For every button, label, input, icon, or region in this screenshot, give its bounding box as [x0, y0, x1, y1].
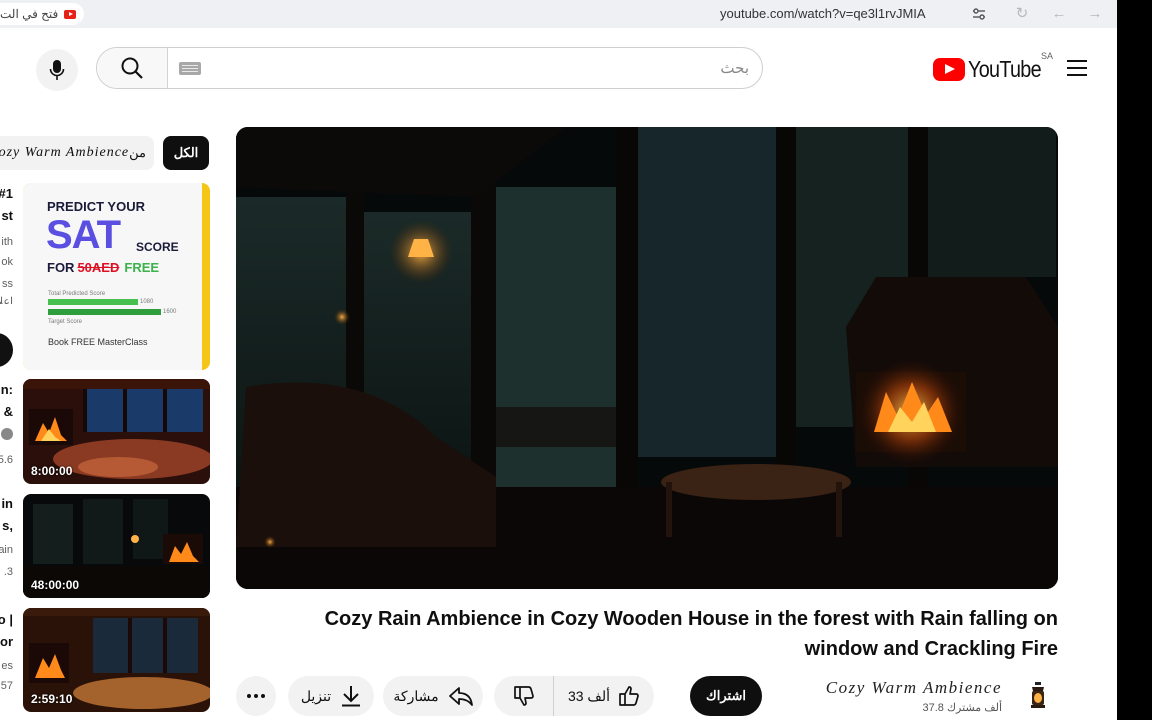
- window-edge: [1117, 0, 1152, 720]
- microphone-icon: [49, 60, 65, 80]
- open-in-app-button[interactable]: فتح في الت: [0, 3, 85, 25]
- more-actions-button[interactable]: [236, 676, 276, 716]
- country-code: SA: [1041, 51, 1054, 61]
- video-player[interactable]: [236, 127, 1058, 589]
- address-bar-url[interactable]: youtube.com/watch?v=qe3l1rvJMIA: [720, 6, 926, 21]
- more-dots-icon: [247, 694, 265, 698]
- logo-text: YouTube: [968, 56, 1042, 82]
- voice-search-button[interactable]: [36, 49, 78, 91]
- chip-channel-name: Cozy Warm Ambience: [0, 145, 130, 160]
- subscriber-count: 37.8 ألف مشترك: [922, 702, 1002, 714]
- youtube-small-icon: [64, 9, 77, 19]
- video-actions: تنزيل مشاركة 33 ألف اشتراك Cozy Warm Amb…: [236, 676, 1058, 716]
- video-duration: 48:00:00: [31, 578, 80, 592]
- related-info-3-clipped: o | or es 57: [0, 612, 13, 692]
- ad-total-label: Total Predicted Score: [48, 291, 106, 297]
- ad-target-label: Target Score: [48, 319, 83, 325]
- ad-value-1: 1080: [140, 299, 154, 305]
- ad-info-clipped: #1 st ith ok ss إعلا: [0, 186, 13, 304]
- video-title: Cozy Rain Ambience in Cozy Wooden House …: [324, 608, 1058, 660]
- ad-thumbnail[interactable]: PREDICT YOUR SAT SCORE FOR 50AED FREE Tota…: [23, 183, 210, 370]
- chip-from-label: من: [129, 145, 146, 160]
- masthead: YouTube SA: [0, 28, 1117, 110]
- download-label: تنزيل: [300, 687, 332, 704]
- ad-value-2: 1600: [163, 309, 177, 315]
- site-settings-icon[interactable]: [971, 6, 987, 22]
- dislike-button[interactable]: [494, 676, 554, 716]
- chip-from-channel[interactable]: Cozy Warm Ambience من: [0, 136, 154, 170]
- thumbs-up-icon: [619, 686, 639, 706]
- share-icon: [448, 687, 473, 706]
- browser-bar: فتح في الت youtube.com/watch?v=qe3l1rvJM…: [0, 0, 1117, 28]
- share-label: مشاركة: [393, 687, 439, 704]
- chip-all[interactable]: الكل: [163, 136, 209, 170]
- youtube-logo[interactable]: YouTube: [933, 56, 1053, 83]
- reload-icon[interactable]: ↻: [1013, 5, 1031, 23]
- like-dislike-group: 33 ألف: [494, 676, 654, 716]
- video-frame: [236, 127, 1058, 589]
- search-button[interactable]: [97, 48, 168, 88]
- youtube-play-icon: [933, 58, 965, 81]
- open-in-app-label: فتح في الت: [0, 7, 59, 21]
- subscribe-button[interactable]: اشتراك: [690, 676, 762, 716]
- related-info-1-clipped: n: & 5.6: [0, 382, 13, 466]
- related-thumbnail-1[interactable]: 8:00:00: [23, 379, 210, 484]
- search-icon: [121, 57, 143, 79]
- ad-score: SCORE: [136, 240, 179, 254]
- related-info-2-clipped: in s, ain .3: [0, 496, 13, 578]
- forward-arrow-icon[interactable]: →: [1086, 5, 1104, 23]
- like-button[interactable]: 33 ألف: [554, 676, 654, 716]
- thumbs-down-icon: [513, 686, 534, 706]
- download-icon: [342, 686, 361, 707]
- related-thumbnail-2[interactable]: 48:00:00: [23, 494, 210, 598]
- back-arrow-icon[interactable]: ←: [1050, 5, 1068, 23]
- like-count: 33 ألف: [567, 687, 611, 704]
- ad-total-bar: [48, 299, 138, 305]
- video-duration: 8:00:00: [31, 464, 73, 478]
- channel-name[interactable]: Cozy Warm Ambience: [784, 678, 1002, 698]
- search-input[interactable]: [169, 48, 762, 88]
- channel-avatar[interactable]: [1020, 678, 1056, 714]
- ad-offer: FOR 50AED FREE: [47, 260, 160, 275]
- ad-cta: Book FREE MasterClass: [48, 337, 148, 347]
- search-box: [96, 47, 763, 89]
- video-duration: 2:59:10: [31, 692, 73, 706]
- share-button[interactable]: مشاركة: [383, 676, 483, 716]
- related-thumbnail-3[interactable]: 2:59:10: [23, 608, 210, 712]
- ad-headline: PREDICT YOUR: [47, 199, 145, 214]
- ad-target-bar: [48, 309, 161, 315]
- hamburger-menu-icon[interactable]: [1067, 60, 1087, 76]
- ad-creative: PREDICT YOUR SAT SCORE FOR 50AED FREE Tota…: [23, 183, 202, 370]
- download-button[interactable]: تنزيل: [288, 676, 374, 716]
- ad-sat: SAT: [46, 213, 121, 257]
- ad-cta-button[interactable]: [0, 333, 13, 367]
- lantern-icon: [1031, 682, 1045, 708]
